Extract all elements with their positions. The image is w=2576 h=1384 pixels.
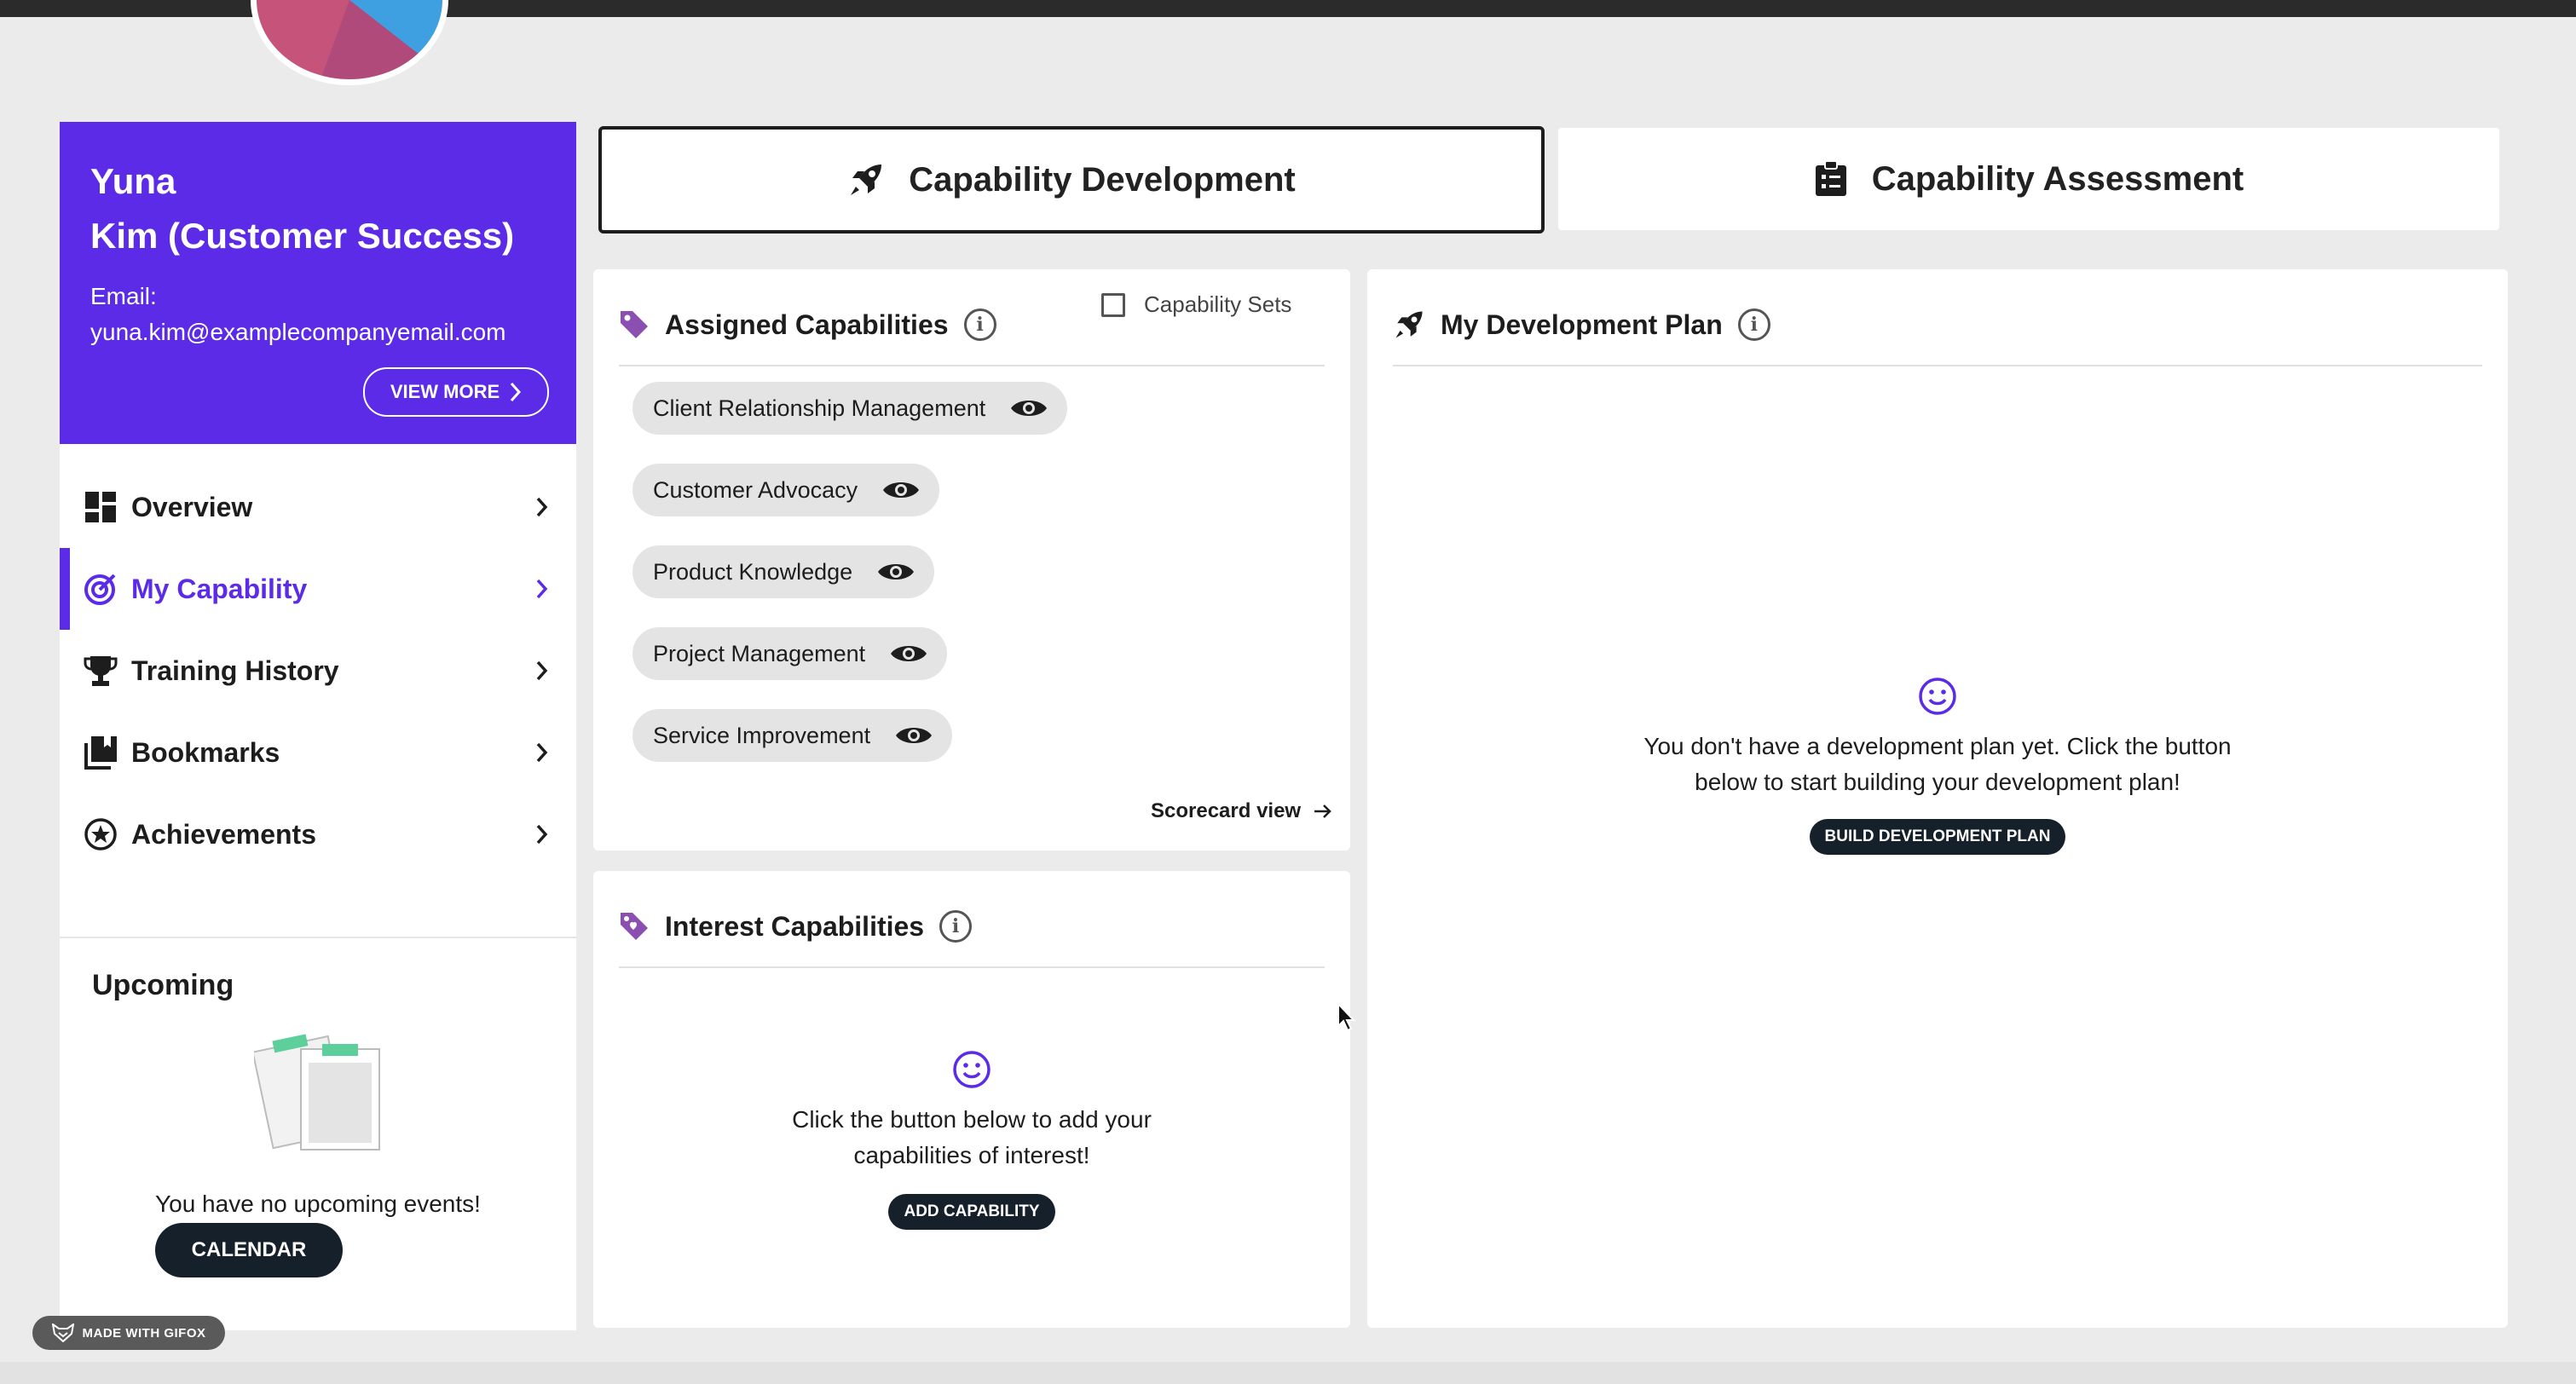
info-icon[interactable]: i bbox=[963, 309, 996, 341]
profile-first-name: Yuna bbox=[90, 161, 176, 201]
development-plan-header: My Development Plan i bbox=[1393, 295, 1770, 355]
eye-icon[interactable] bbox=[876, 559, 915, 585]
capability-sets-toggle[interactable]: Capability Sets bbox=[1101, 291, 1291, 318]
header-divider bbox=[619, 365, 1325, 366]
gifox-label: MADE WITH GIFOX bbox=[82, 1325, 206, 1341]
sidebar: Overview My Capability Training History … bbox=[60, 444, 576, 1330]
development-plan-empty-line2: below to start building your development… bbox=[1695, 769, 2180, 795]
build-development-plan-button[interactable]: BUILD DEVELOPMENT PLAN bbox=[1809, 819, 2066, 855]
tab-capability-assessment[interactable]: Capability Assessment bbox=[1558, 128, 2499, 230]
capability-chip[interactable]: Client Relationship Management bbox=[632, 382, 1068, 435]
clipboard-icon bbox=[1815, 160, 1846, 196]
sidebar-item-label: Training History bbox=[131, 655, 339, 686]
sidebar-item-achievements[interactable]: Achievements bbox=[60, 793, 576, 875]
info-icon[interactable]: i bbox=[1737, 309, 1770, 341]
bookmarks-icon bbox=[84, 735, 118, 770]
sidebar-item-training-history[interactable]: Training History bbox=[60, 630, 576, 712]
info-icon[interactable]: i bbox=[939, 910, 973, 943]
capability-chip-label: Client Relationship Management bbox=[653, 395, 986, 421]
tab-capability-development[interactable]: Capability Development bbox=[598, 126, 1545, 234]
view-more-label: VIEW MORE bbox=[390, 381, 500, 402]
interest-empty-state: Click the button below to add your capab… bbox=[593, 1050, 1350, 1230]
chevron-right-icon bbox=[535, 654, 556, 688]
mouse-cursor-icon bbox=[1337, 1002, 1356, 1032]
gifox-watermark: MADE WITH GIFOX bbox=[32, 1316, 225, 1350]
profile-name-role: Kim (Customer Success) bbox=[90, 216, 515, 256]
development-plan-card: My Development Plan i You don't have a d… bbox=[1367, 269, 2508, 1328]
capability-chip-label: Project Management bbox=[653, 640, 866, 666]
development-plan-empty-state: You don't have a development plan yet. C… bbox=[1367, 677, 2508, 855]
rocket-icon bbox=[1395, 311, 1423, 338]
capability-sets-label: Capability Sets bbox=[1144, 291, 1292, 317]
capability-chip[interactable]: Customer Advocacy bbox=[632, 464, 940, 516]
capability-chip-label: Customer Advocacy bbox=[653, 476, 858, 503]
profile-email: yuna.kim@examplecompanyemail.com bbox=[90, 319, 506, 345]
scorecard-view-link[interactable]: Scorecard view bbox=[1151, 799, 1333, 823]
capability-sets-checkbox[interactable] bbox=[1101, 292, 1125, 317]
development-plan-empty-line1: You don't have a development plan yet. C… bbox=[1643, 733, 2232, 759]
fox-icon bbox=[51, 1323, 74, 1342]
arrow-right-icon bbox=[1314, 804, 1331, 818]
no-events-text: You have no upcoming events! bbox=[155, 1191, 481, 1217]
eye-icon[interactable] bbox=[1009, 395, 1048, 421]
development-plan-title: My Development Plan bbox=[1441, 309, 1723, 340]
tag-icon bbox=[621, 311, 648, 338]
interest-empty-line2: capabilities of interest! bbox=[853, 1142, 1090, 1168]
sidebar-item-label: Achievements bbox=[131, 818, 316, 850]
sidebar-divider bbox=[60, 937, 576, 938]
header-divider bbox=[619, 966, 1325, 968]
scorecard-view-label: Scorecard view bbox=[1151, 799, 1302, 822]
capability-chip-label: Service Improvement bbox=[653, 722, 871, 748]
dashboard-icon bbox=[84, 490, 118, 524]
heart-tag-icon bbox=[621, 913, 648, 940]
sidebar-item-label: Overview bbox=[131, 491, 253, 522]
eye-icon[interactable] bbox=[881, 477, 921, 503]
sidebar-item-overview[interactable]: Overview bbox=[60, 466, 576, 548]
sidebar-item-label: Bookmarks bbox=[131, 736, 280, 768]
assigned-capabilities-card: Assigned Capabilities i Capability Sets … bbox=[593, 269, 1350, 851]
upcoming-title: Upcoming bbox=[92, 969, 234, 1001]
capability-chip[interactable]: Service Improvement bbox=[632, 709, 953, 762]
company-logo bbox=[251, 0, 448, 85]
assigned-capabilities-header: Assigned Capabilities i bbox=[619, 295, 996, 355]
interest-capabilities-title: Interest Capabilities bbox=[665, 910, 925, 942]
chevron-right-icon bbox=[511, 382, 522, 402]
view-more-button[interactable]: VIEW MORE bbox=[363, 367, 549, 417]
trophy-icon bbox=[84, 654, 118, 688]
interest-empty-line1: Click the button below to add your bbox=[792, 1106, 1152, 1133]
bottom-bar bbox=[0, 1362, 2576, 1384]
sidebar-item-label: My Capability bbox=[131, 573, 308, 604]
smiley-icon bbox=[1919, 678, 1956, 715]
capability-chip-label: Product Knowledge bbox=[653, 558, 853, 585]
header-divider bbox=[1393, 365, 2482, 366]
chevron-right-icon bbox=[535, 490, 556, 524]
add-capability-button[interactable]: ADD CAPABILITY bbox=[888, 1194, 1055, 1230]
interest-capabilities-header: Interest Capabilities i bbox=[619, 897, 973, 956]
eye-icon[interactable] bbox=[889, 641, 928, 666]
clipboard-illustration bbox=[254, 1034, 380, 1150]
tab-label: Capability Assessment bbox=[1871, 159, 2244, 198]
star-badge-icon bbox=[84, 817, 118, 851]
profile-email-label: Email: bbox=[90, 283, 157, 309]
chevron-right-icon bbox=[535, 735, 556, 770]
sidebar-item-bookmarks[interactable]: Bookmarks bbox=[60, 712, 576, 793]
capability-chip[interactable]: Project Management bbox=[632, 627, 948, 680]
profile-card: Yuna Kim (Customer Success) Email: yuna.… bbox=[60, 122, 576, 444]
sidebar-item-my-capability[interactable]: My Capability bbox=[60, 548, 576, 630]
calendar-button[interactable]: CALENDAR bbox=[155, 1223, 343, 1277]
chevron-right-icon bbox=[535, 572, 556, 606]
target-icon bbox=[84, 572, 118, 606]
smiley-icon bbox=[953, 1051, 991, 1088]
assigned-capabilities-title: Assigned Capabilities bbox=[665, 309, 949, 340]
rocket-icon bbox=[851, 164, 882, 195]
capability-chip[interactable]: Product Knowledge bbox=[632, 545, 935, 598]
interest-capabilities-card: Interest Capabilities i Click the button… bbox=[593, 871, 1350, 1328]
eye-icon[interactable] bbox=[894, 723, 933, 748]
chevron-right-icon bbox=[535, 817, 556, 851]
tab-label: Capability Development bbox=[909, 160, 1296, 199]
